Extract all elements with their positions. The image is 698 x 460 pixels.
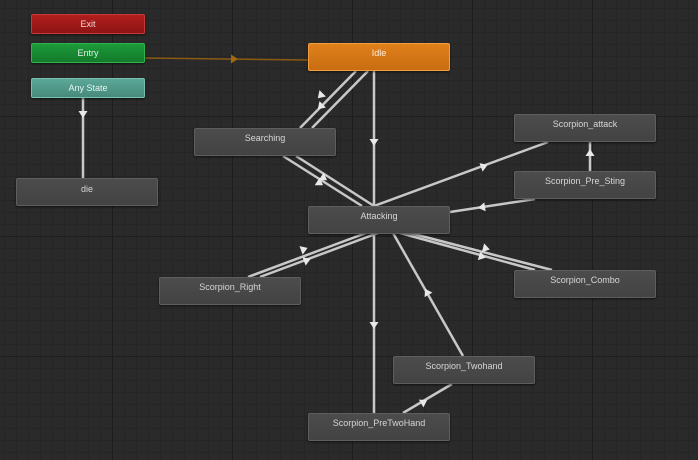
state-entry[interactable]: Entry xyxy=(31,43,145,63)
transition-line[interactable] xyxy=(282,154,363,208)
state-scorpion-attack[interactable]: Scorpion_attack xyxy=(514,114,656,142)
state-scorpion-right[interactable]: Scorpion_Right xyxy=(159,277,301,305)
transition-line[interactable] xyxy=(299,70,357,129)
state-scorpion-twohand[interactable]: Scorpion_Twohand xyxy=(393,356,535,384)
transition-entry-to-idle[interactable] xyxy=(144,54,309,64)
transition-presting-to-scorpion-attack[interactable] xyxy=(585,142,595,171)
state-scorpion-combo[interactable]: Scorpion_Combo xyxy=(514,270,656,298)
transition-combo-to-attacking[interactable] xyxy=(409,231,553,272)
transition-attacking-to-combo[interactable] xyxy=(399,231,536,272)
transition-line[interactable] xyxy=(259,231,379,279)
transition-attacking-to-pretwohand[interactable] xyxy=(369,233,379,413)
transition-arrowhead-icon xyxy=(230,54,238,64)
state-searching[interactable]: Searching xyxy=(194,128,336,156)
state-any-state[interactable]: Any State xyxy=(31,78,145,98)
transition-arrowhead-icon xyxy=(369,139,379,146)
transition-line[interactable] xyxy=(402,382,453,415)
state-exit[interactable]: Exit xyxy=(31,14,145,34)
state-idle[interactable]: Idle xyxy=(308,43,450,71)
transition-line[interactable] xyxy=(409,231,553,272)
state-scorpion-pretwohand[interactable]: Scorpion_PreTwoHand xyxy=(308,413,450,441)
transition-arrowhead-icon xyxy=(369,322,379,329)
transition-arrowhead-icon xyxy=(78,111,88,118)
transition-line[interactable] xyxy=(449,197,536,214)
transition-line[interactable] xyxy=(144,57,309,61)
transition-searching-to-idle[interactable] xyxy=(311,70,369,129)
state-scorpion-pre-sting[interactable]: Scorpion_Pre_Sting xyxy=(514,171,656,199)
transition-arrowhead-icon xyxy=(317,90,326,99)
transition-attacking-to-searching[interactable] xyxy=(295,154,375,208)
state-attacking[interactable]: Attacking xyxy=(308,206,450,234)
transition-line[interactable] xyxy=(247,231,367,279)
transition-line[interactable] xyxy=(295,154,375,208)
transition-idle-to-attacking[interactable] xyxy=(369,71,379,206)
transition-idle-to-searching[interactable] xyxy=(299,70,357,129)
transition-anystate-to-die[interactable] xyxy=(78,98,88,178)
transition-arrowhead-icon xyxy=(481,243,490,253)
transition-right-to-attacking[interactable] xyxy=(259,231,379,279)
transition-twohand-to-attacking[interactable] xyxy=(391,232,465,357)
transition-arrowhead-icon xyxy=(585,149,595,156)
transition-pretwohand-to-twohand[interactable] xyxy=(402,382,453,415)
transition-searching-to-attacking[interactable] xyxy=(282,154,363,208)
transition-line[interactable] xyxy=(399,231,536,272)
transition-arrowhead-icon xyxy=(299,246,308,255)
transition-presting-to-attacking[interactable] xyxy=(449,197,536,214)
transition-line[interactable] xyxy=(311,70,369,129)
state-die[interactable]: die xyxy=(16,178,158,206)
transition-attacking-to-scorpion-right[interactable] xyxy=(247,231,367,279)
